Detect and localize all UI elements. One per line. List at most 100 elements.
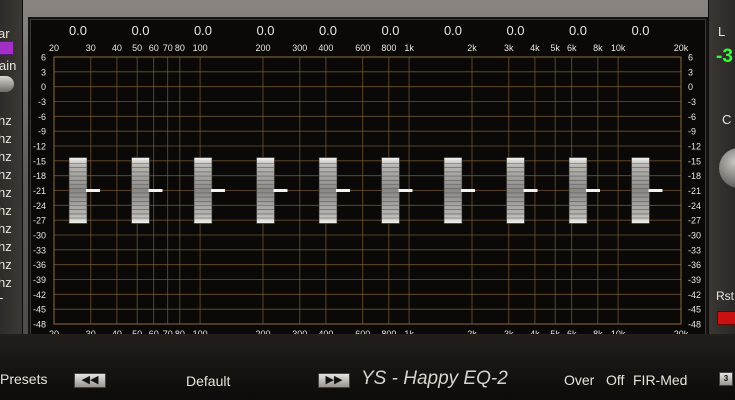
dash-label: - xyxy=(0,290,3,305)
band-fader-handle[interactable] xyxy=(256,157,288,224)
db-tick-left: -45 xyxy=(33,305,46,315)
previous-preset-button[interactable]: ◀◀ xyxy=(74,373,106,388)
db-tick-right: -6 xyxy=(688,112,696,122)
db-tick-left: -18 xyxy=(33,171,46,181)
db-tick-left: -39 xyxy=(33,275,46,285)
hz-label: hz xyxy=(0,185,12,200)
presets-label[interactable]: Presets xyxy=(0,371,47,387)
band-gain-value: 0.0 xyxy=(131,23,149,38)
eq-graph: 6 63 30 0-3 -3-6 -6-9 -9-12 -12-15 -15-18 -18-21-… xyxy=(33,23,701,336)
hz-label: hz xyxy=(0,167,12,182)
left-knob[interactable] xyxy=(0,76,14,92)
band-fader-handle[interactable] xyxy=(631,157,663,224)
freq-tick-top: 1k xyxy=(404,43,414,53)
freq-tick-top: 400 xyxy=(318,43,333,53)
band-gain-value: 0.0 xyxy=(319,23,337,38)
db-tick-right: -36 xyxy=(688,260,701,270)
db-tick-left: 3 xyxy=(41,67,46,77)
freq-tick-top: 200 xyxy=(255,43,270,53)
c-label: C xyxy=(722,112,732,127)
output-knob[interactable] xyxy=(719,148,735,188)
hz-label: hz xyxy=(0,203,12,218)
band-fader-handle[interactable] xyxy=(131,157,163,224)
band-gain-value: 0.0 xyxy=(256,23,274,38)
band-fader-handle[interactable] xyxy=(68,157,100,224)
band-fader-handle[interactable] xyxy=(443,157,475,224)
plugin-title: YS - Happy EQ-2 xyxy=(361,368,508,389)
freq-tick-top: 2k xyxy=(467,43,477,53)
db-tick-left: -6 xyxy=(38,112,46,122)
freq-tick-top: 8k xyxy=(593,43,603,53)
small-option-button[interactable]: 3 xyxy=(719,372,733,386)
band-gain-value: 0.0 xyxy=(381,23,399,38)
filter-mode-value[interactable]: FIR-Med xyxy=(633,372,687,388)
db-tick-right: -12 xyxy=(688,142,701,152)
freq-tick-top: 40 xyxy=(112,43,122,53)
gain-label: ain xyxy=(0,58,17,73)
next-preset-button[interactable]: ▶▶ xyxy=(318,373,350,388)
band-fader-handle[interactable] xyxy=(318,157,350,224)
hz-label: hz xyxy=(0,239,12,254)
band-gain-value: 0.0 xyxy=(569,23,587,38)
band-fader-handle[interactable] xyxy=(568,157,600,224)
hz-label: hz xyxy=(0,131,12,146)
left-control-panel: ar ain hz hz hz hz hz hz hz hz hz hz - xyxy=(0,0,23,334)
freq-tick-top: 4k xyxy=(530,43,540,53)
db-tick-left: 6 xyxy=(41,53,46,63)
freq-tick-top: 50 xyxy=(132,43,142,53)
db-tick-left: -24 xyxy=(33,201,46,211)
db-tick-right: -39 xyxy=(688,275,701,285)
hz-label: hz xyxy=(0,113,12,128)
right-control-panel: L -3 C Rst xyxy=(708,0,735,334)
purple-toggle-button[interactable] xyxy=(0,41,14,55)
db-tick-left: -15 xyxy=(33,156,46,166)
freq-tick-top: 10k xyxy=(611,43,626,53)
hz-label: hz xyxy=(0,257,12,272)
preset-name[interactable]: Default xyxy=(186,373,230,389)
db-tick-right: -3 xyxy=(688,97,696,107)
db-tick-right: -27 xyxy=(688,216,701,226)
hz-label: hz xyxy=(0,221,12,236)
db-tick-left: -30 xyxy=(33,231,46,241)
freq-tick-top: 80 xyxy=(175,43,185,53)
freq-tick-top: 5k xyxy=(550,43,560,53)
db-tick-right: -30 xyxy=(688,231,701,241)
level-label: L xyxy=(718,24,726,39)
preset-bar xyxy=(0,334,735,400)
oversampling-label: Over xyxy=(564,372,595,388)
band-fader-handle[interactable] xyxy=(193,157,225,224)
freq-tick-top: 6k xyxy=(567,43,577,53)
eq-display: 6 6 3 3 0 0 -3 -3 -6 -6 -9 -9 -12 -12 -15 -15 -18 -18 -21-… xyxy=(28,17,708,338)
band-fader-handle[interactable] xyxy=(381,157,413,224)
band-fader-handle[interactable] xyxy=(506,157,538,224)
freq-tick-top: 20k xyxy=(674,43,689,53)
band-gain-value: 0.0 xyxy=(69,23,87,38)
db-tick-right: -24 xyxy=(688,201,701,211)
band-gain-value: 0.0 xyxy=(444,23,462,38)
freq-tick-top: 30 xyxy=(86,43,96,53)
db-tick-left: -21 xyxy=(33,186,46,196)
freq-tick-top: 3k xyxy=(504,43,514,53)
band-gain-value: 0.0 xyxy=(631,23,649,38)
level-readout: -3 xyxy=(716,46,733,67)
db-tick-right: -45 xyxy=(688,305,701,315)
db-tick-right: 6 xyxy=(688,53,693,63)
freq-tick-top: 70 xyxy=(163,43,173,53)
reset-button[interactable] xyxy=(717,311,735,325)
db-tick-right: 0 xyxy=(688,82,693,92)
oversampling-value[interactable]: Off xyxy=(606,372,624,388)
db-tick-left: -27 xyxy=(33,216,46,226)
db-tick-left: -48 xyxy=(33,320,46,330)
band-gain-value: 0.0 xyxy=(506,23,524,38)
db-tick-left: -12 xyxy=(33,142,46,152)
db-tick-left: 0 xyxy=(41,82,46,92)
db-tick-right: -48 xyxy=(688,320,701,330)
db-tick-left: -3 xyxy=(38,97,46,107)
freq-tick-top: 60 xyxy=(149,43,159,53)
freq-tick-top: 20 xyxy=(49,43,59,53)
db-tick-left: -36 xyxy=(33,260,46,270)
db-tick-right: -33 xyxy=(688,245,701,255)
reset-label: Rst xyxy=(716,289,734,303)
hz-label: hz xyxy=(0,149,12,164)
db-tick-right: -15 xyxy=(688,156,701,166)
